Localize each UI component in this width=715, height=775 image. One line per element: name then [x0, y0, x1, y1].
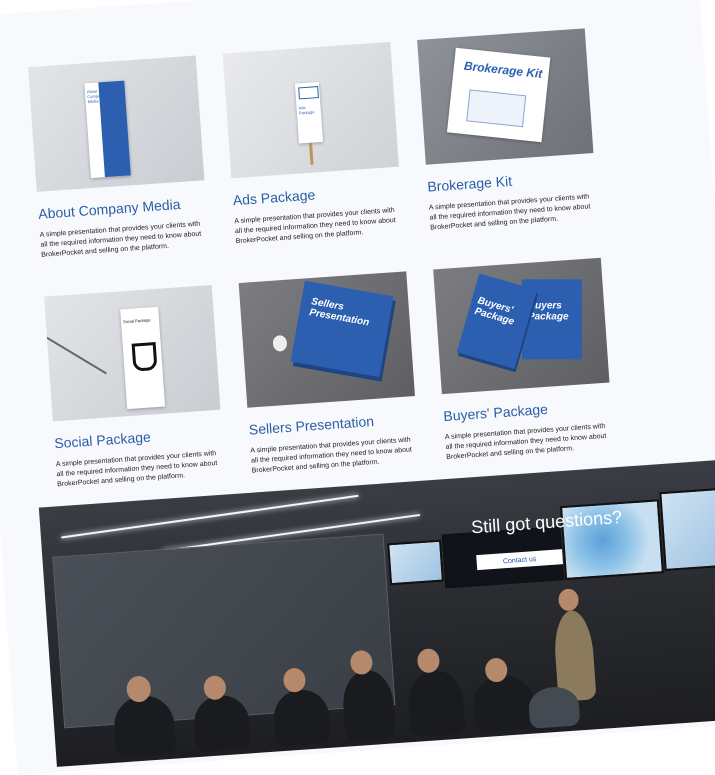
card-social-package[interactable]: Social Package Social Package A simple p… [44, 284, 227, 491]
card-description: A simple presentation that provides your… [250, 436, 413, 475]
page-canvas: About Company Media About Company Media … [0, 0, 715, 775]
card-buyers-package[interactable]: Buyers Package Buyers' Package Buyers' P… [433, 257, 616, 464]
brokerage-kit-image: Brokerage Kit [417, 28, 594, 165]
booklet-front-text: Buyers' Package [473, 295, 516, 328]
card-brokerage-kit[interactable]: Brokerage Kit Brokerage Kit A simple pre… [417, 28, 600, 234]
booklet-back-text: Buyers Package [527, 300, 569, 322]
buyers-package-image: Buyers Package Buyers' Package [433, 257, 610, 395]
standee-mockup: About Company Media [84, 80, 131, 179]
data-screen [659, 487, 715, 572]
social-package-image: Social Package [44, 284, 221, 422]
card-description: A simple presentation that provides your… [55, 450, 218, 489]
wall-sign-text: Social Package [122, 317, 151, 325]
card-about-company-media[interactable]: About Company Media About Company Media … [28, 55, 211, 261]
ceiling-light [61, 494, 359, 539]
card-title[interactable]: About Company Media [38, 194, 209, 222]
sellers-presentation-image: Sellers Presentation [238, 271, 415, 408]
audience-member [471, 673, 536, 733]
card-ads-package[interactable]: Ads Package Ads Package A simple present… [222, 41, 406, 248]
tv-screen [387, 539, 444, 586]
sign-text: Ads Package [298, 104, 315, 116]
card-title[interactable]: Buyers' Package [443, 396, 614, 424]
folder-insert [466, 89, 527, 128]
product-grid: About Company Media About Company Media … [28, 28, 610, 488]
card-description: A simple presentation that provides your… [444, 422, 607, 462]
card-description: A simple presentation that provides your… [234, 207, 397, 246]
ads-package-image: Ads Package [222, 41, 399, 179]
shield-logo-icon [131, 342, 158, 372]
sign-stand [309, 142, 314, 165]
card-title[interactable]: Brokerage Kit [427, 167, 598, 195]
wall-sign-mockup: Social Package [120, 306, 166, 410]
folder-mockup: Brokerage Kit [446, 47, 551, 143]
card-description: A simple presentation that provides your… [428, 193, 591, 232]
booklet-mockup: Sellers Presentation [290, 280, 394, 378]
card-title[interactable]: Social Package [54, 423, 225, 452]
questions-banner: Still got questions? Contact us [38, 459, 715, 767]
card-title[interactable]: Ads Package [232, 180, 403, 209]
about-company-media-image: About Company Media [28, 55, 205, 192]
shield-icon [298, 86, 319, 100]
booklet-text: Sellers Presentation [308, 296, 371, 328]
card-sellers-presentation[interactable]: Sellers Presentation Sellers Presentatio… [238, 271, 422, 477]
mouse-icon [272, 334, 288, 352]
folder-text: Brokerage Kit [463, 58, 544, 81]
stair-railing [45, 336, 107, 375]
presenter-head [557, 588, 580, 612]
standee-text: About Company Media [86, 88, 105, 105]
sign-mockup: Ads Package [294, 81, 324, 144]
card-title[interactable]: Sellers Presentation [248, 410, 419, 438]
card-description: A simple presentation that provides your… [39, 220, 202, 260]
